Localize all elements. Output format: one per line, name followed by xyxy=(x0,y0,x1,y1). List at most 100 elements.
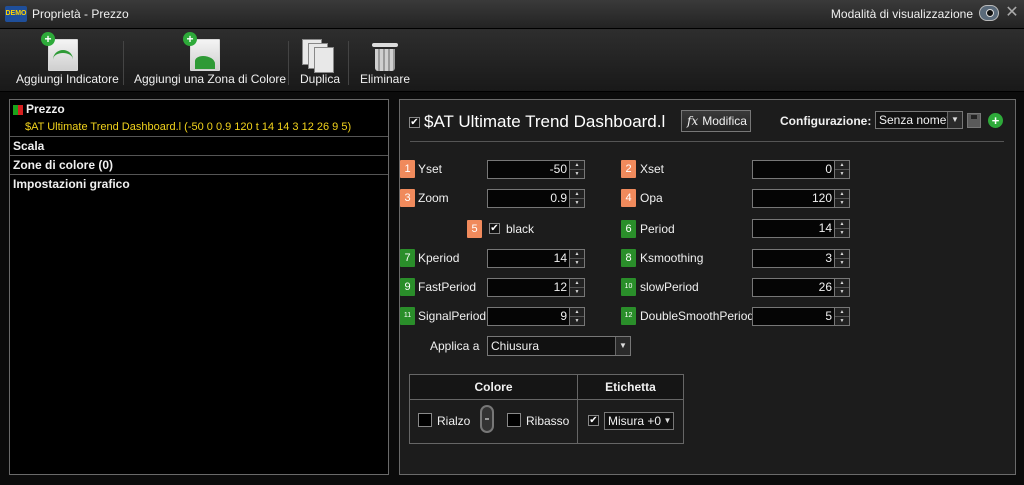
param-number-badge: 4 xyxy=(621,189,636,207)
close-icon[interactable]: ✕ xyxy=(1004,4,1020,22)
config-select[interactable]: Senza nome* ▼ xyxy=(875,111,963,129)
toolbar-divider xyxy=(123,41,124,85)
chevron-down-icon: ▼ xyxy=(615,337,630,355)
label-checkbox[interactable]: ✔ xyxy=(588,415,599,426)
param-number-badge: 6 xyxy=(621,220,636,238)
toolbar: + Aggiungi Indicatore + Aggiungi una Zon… xyxy=(0,29,1024,92)
add-indicator-button[interactable]: + Aggiungi Indicatore xyxy=(14,29,119,91)
chevron-down-icon: ▼ xyxy=(947,112,962,128)
param-number-badge: 3 xyxy=(400,189,415,207)
zoom-value: 0.9 xyxy=(550,191,567,205)
period-spinbox[interactable]: 14 ▲ ▼ xyxy=(752,219,850,238)
doublesmoothperiod-value: 5 xyxy=(825,309,832,323)
param-label-fastperiod: FastPeriod xyxy=(418,280,477,294)
spin-arrows-icon[interactable]: ▲ ▼ xyxy=(569,279,584,296)
add-color-zone-label: Aggiungi una Zona di Colore xyxy=(134,72,287,86)
param-number-badge: 10 xyxy=(621,278,636,296)
slowperiod-spinbox[interactable]: 26 ▲ ▼ xyxy=(752,278,850,297)
price-flag-icon xyxy=(13,104,23,115)
spin-arrows-icon[interactable]: ▲ ▼ xyxy=(834,308,849,325)
tree-item-indicator[interactable]: $AT Ultimate Trend Dashboard.l (-50 0 0.… xyxy=(10,118,388,137)
spin-arrows-icon[interactable]: ▲ ▼ xyxy=(834,279,849,296)
spin-arrows-icon[interactable]: ▲ ▼ xyxy=(834,250,849,267)
spin-arrows-icon[interactable]: ▲ ▼ xyxy=(834,220,849,237)
ksmoothing-value: 3 xyxy=(825,251,832,265)
param-number-badge: 2 xyxy=(621,160,636,178)
etichetta-header: Etichetta xyxy=(578,375,683,400)
window-title: Proprietà - Prezzo xyxy=(32,7,129,21)
kperiod-spinbox[interactable]: 14 ▲ ▼ xyxy=(487,249,585,268)
param-number-badge: 8 xyxy=(621,249,636,267)
fx-icon: fx xyxy=(687,114,699,128)
view-mode-label[interactable]: Modalità di visualizzazione xyxy=(831,7,973,21)
zoom-spinbox[interactable]: 0.9 ▲ ▼ xyxy=(487,189,585,208)
label-select-value: Misura +0 xyxy=(608,414,662,428)
ksmoothing-spinbox[interactable]: 3 ▲ ▼ xyxy=(752,249,850,268)
param-label-kperiod: Kperiod xyxy=(418,251,460,265)
spin-arrows-icon[interactable]: ▲ ▼ xyxy=(569,308,584,325)
param-number-badge: 9 xyxy=(400,278,415,296)
tree-item-impostazioni-grafico[interactable]: Impostazioni grafico xyxy=(10,175,388,193)
param-label-doublesmoothperiod: DoubleSmoothPeriod xyxy=(640,309,755,323)
period-value: 14 xyxy=(818,221,832,235)
apply-to-select[interactable]: Chiusura ▼ xyxy=(487,336,631,356)
divider xyxy=(410,141,1004,142)
ribasso-color-swatch[interactable] xyxy=(507,413,521,427)
param-number-badge: 1 xyxy=(400,160,415,178)
param-number-badge: 7 xyxy=(400,249,415,267)
modifica-label: Modifica xyxy=(702,114,747,128)
rialzo-label: Rialzo xyxy=(437,414,471,428)
tree-item-label: Prezzo xyxy=(26,102,65,116)
doublesmoothperiod-spinbox[interactable]: 5 ▲ ▼ xyxy=(752,307,850,326)
add-config-icon[interactable]: + xyxy=(988,113,1003,128)
black-checkbox[interactable]: ✔ xyxy=(489,223,500,234)
spin-arrows-icon[interactable]: ▲ ▼ xyxy=(569,161,584,178)
fastperiod-spinbox[interactable]: 12 ▲ ▼ xyxy=(487,278,585,297)
signalperiod-spinbox[interactable]: 9 ▲ ▼ xyxy=(487,307,585,326)
colore-header: Colore xyxy=(410,375,577,400)
param-number-badge: 12 xyxy=(621,307,636,325)
duplicate-icon xyxy=(302,39,334,73)
param-label-xset: Xset xyxy=(640,162,665,176)
ribasso-label: Ribasso xyxy=(526,414,570,428)
indicator-name: $AT Ultimate Trend Dashboard.l xyxy=(424,112,666,131)
param-label-slowperiod: slowPeriod xyxy=(640,280,699,294)
tree-item-zone-di-colore[interactable]: Zone di colore (0) xyxy=(10,156,388,175)
spin-arrows-icon[interactable]: ▲ ▼ xyxy=(569,250,584,267)
rialzo-color-swatch[interactable] xyxy=(418,413,432,427)
xset-spinbox[interactable]: 0 ▲ ▼ xyxy=(752,160,850,179)
kperiod-value: 14 xyxy=(553,251,567,265)
title-bar: DEMO Proprietà - Prezzo Modalità di visu… xyxy=(0,0,1024,29)
modifica-button[interactable]: fx Modifica xyxy=(681,110,751,132)
xset-value: 0 xyxy=(825,162,832,176)
spin-arrows-icon[interactable]: ▲ ▼ xyxy=(569,190,584,207)
add-color-zone-button[interactable]: + Aggiungi una Zona di Colore xyxy=(132,29,286,91)
param-label-opa: Opa xyxy=(640,191,663,205)
save-icon[interactable] xyxy=(967,113,981,128)
indicator-enabled-checkbox[interactable]: ✔ xyxy=(409,117,420,128)
param-label-zoom: Zoom xyxy=(418,191,449,205)
add-color-zone-icon: + xyxy=(183,32,220,71)
apply-to-label: Applica a xyxy=(430,339,480,353)
yset-spinbox[interactable]: -50 ▲ ▼ xyxy=(487,160,585,179)
eye-icon[interactable] xyxy=(979,5,999,21)
spin-arrows-icon[interactable]: ▲ ▼ xyxy=(834,190,849,207)
opa-spinbox[interactable]: 120 ▲ ▼ xyxy=(752,189,850,208)
tree-item-scala[interactable]: Scala xyxy=(10,137,388,156)
link-icon[interactable] xyxy=(480,405,494,433)
param-label-signalperiod: SignalPeriod xyxy=(418,309,487,323)
chevron-down-icon: ▼ xyxy=(663,416,672,425)
yset-value: -50 xyxy=(549,162,567,176)
param-label-black: black xyxy=(506,222,535,236)
label-select[interactable]: Misura +0 ▼ xyxy=(604,412,674,430)
spin-arrows-icon[interactable]: ▲ ▼ xyxy=(834,161,849,178)
delete-button[interactable]: Eliminare xyxy=(358,29,414,91)
signalperiod-value: 9 xyxy=(560,309,567,323)
app-logo-icon: DEMO xyxy=(5,6,27,22)
opa-value: 120 xyxy=(811,191,832,205)
tree-item-prezzo[interactable]: Prezzo xyxy=(10,100,388,118)
config-value: Senza nome* xyxy=(879,113,952,127)
indicator-settings-panel: ✔ $AT Ultimate Trend Dashboard.l fx Modif… xyxy=(399,99,1016,475)
fastperiod-value: 12 xyxy=(553,280,567,294)
duplicate-button[interactable]: Duplica xyxy=(296,29,344,91)
